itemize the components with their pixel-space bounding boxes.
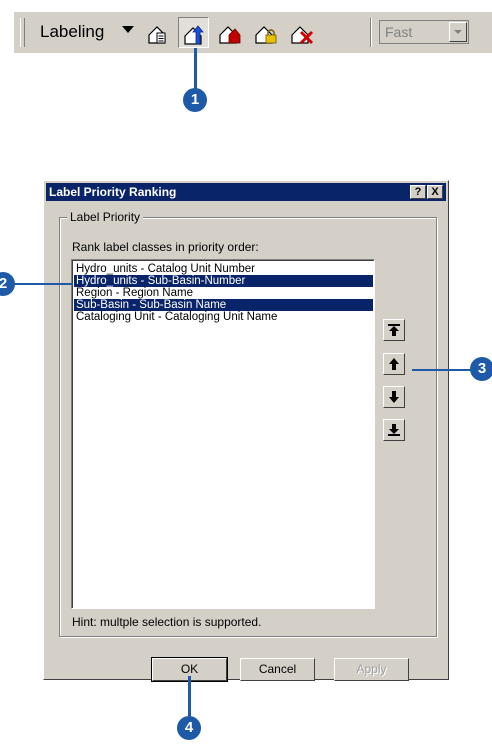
label-priority-group: Label Priority Rank label classes in pri…	[59, 210, 437, 637]
callout-3-line	[412, 369, 472, 371]
arrow-up-icon	[389, 358, 399, 370]
dialog-titlebar[interactable]: Label Priority Ranking ? X	[46, 183, 446, 201]
move-to-top-button[interactable]	[383, 319, 405, 341]
toolbar-grip[interactable]	[20, 18, 25, 47]
callout-1: 1	[183, 88, 207, 112]
instruction-text: Rank label classes in priority order:	[72, 240, 259, 254]
group-title: Label Priority	[67, 210, 144, 224]
label-priority-ranking-icon	[184, 25, 204, 45]
labeling-menu-dropdown-icon[interactable]	[122, 26, 134, 33]
cancel-button[interactable]: Cancel	[240, 658, 315, 681]
list-item[interactable]: Region - Region Name	[74, 287, 373, 299]
label-quality-select[interactable]: Fast	[379, 20, 469, 44]
dialog-title: Label Priority Ranking	[49, 185, 177, 199]
label-classes-list[interactable]: Hydro_units - Catalog Unit Number Hydro_…	[71, 259, 375, 609]
move-down-button[interactable]	[383, 386, 405, 408]
label-manager-button[interactable]	[142, 17, 173, 48]
arrow-down-icon	[389, 391, 399, 403]
help-button[interactable]: ?	[410, 185, 426, 199]
labeling-menu-label[interactable]: Labeling	[40, 22, 104, 42]
close-button[interactable]: X	[427, 185, 443, 199]
toolbar-separator	[370, 18, 372, 47]
callout-3: 3	[470, 357, 492, 381]
callout-4-line	[188, 676, 191, 718]
move-up-button[interactable]	[383, 353, 405, 375]
list-item[interactable]: Hydro_units - Sub-Basin-Number	[74, 275, 373, 287]
callout-2-line	[14, 283, 73, 285]
pause-labeling-icon	[291, 26, 314, 45]
callout-2: 2	[0, 272, 15, 296]
label-quality-value: Fast	[385, 24, 413, 40]
list-item[interactable]: Hydro_units - Catalog Unit Number	[74, 263, 373, 275]
lock-labels-icon	[255, 26, 277, 44]
label-manager-icon	[148, 26, 166, 44]
move-to-top-icon	[388, 324, 400, 336]
label-weight-ranking-icon	[219, 26, 241, 44]
list-item[interactable]: Sub-Basin - Sub-Basin Name	[74, 299, 373, 311]
pause-labeling-button[interactable]	[286, 17, 317, 48]
move-to-bottom-icon	[388, 424, 400, 436]
label-priority-ranking-button[interactable]	[178, 17, 209, 48]
label-weight-ranking-button[interactable]	[214, 17, 245, 48]
label-priority-ranking-dialog: Label Priority Ranking ? X Label Priorit…	[43, 180, 449, 682]
labeling-toolbar: Labeling Fast	[14, 12, 492, 53]
move-to-bottom-button[interactable]	[383, 419, 405, 441]
chevron-down-icon[interactable]	[449, 22, 467, 42]
lock-labels-button[interactable]	[250, 17, 281, 48]
list-item[interactable]: Cataloging Unit - Cataloging Unit Name	[74, 311, 373, 323]
apply-button[interactable]: Apply	[334, 658, 409, 681]
callout-4: 4	[177, 716, 201, 740]
callout-1-line	[194, 48, 197, 90]
hint-text: Hint: multple selection is supported.	[72, 615, 262, 629]
